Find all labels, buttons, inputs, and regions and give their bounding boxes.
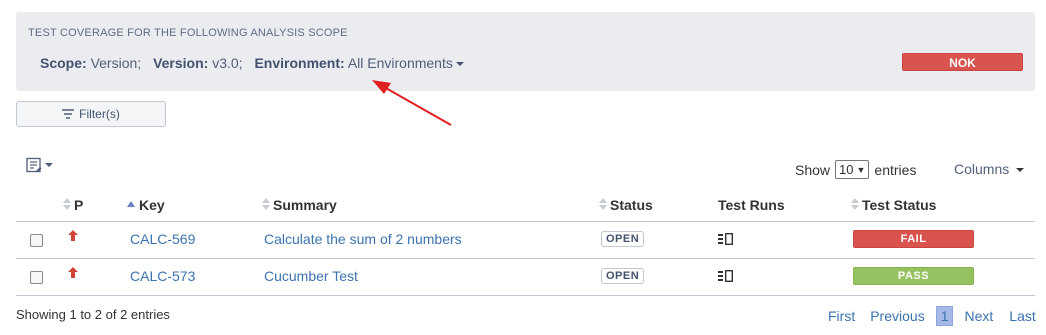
entries-suffix: entries — [874, 161, 917, 178]
header-test-runs: Test Runs — [718, 197, 785, 213]
sort-icon — [599, 198, 607, 211]
coverage-table: P Key Summary Status Test Runs Test Stat… — [16, 189, 1035, 296]
header-priority[interactable]: P — [63, 197, 83, 213]
header-test-status-label: Test Status — [862, 197, 937, 213]
entries-select[interactable]: 10 ▼ — [835, 160, 870, 179]
test-runs-icon[interactable] — [718, 269, 734, 283]
row-checkbox[interactable] — [30, 271, 43, 284]
table-header: P Key Summary Status Test Runs Test Stat… — [16, 189, 1035, 222]
chevron-down-icon — [45, 163, 53, 167]
version-value: v3.0; — [212, 55, 243, 71]
header-key-label: Key — [139, 197, 165, 213]
show-label: Show — [795, 161, 831, 178]
issue-key-link[interactable]: CALC-569 — [130, 231, 195, 247]
header-test-status[interactable]: Test Status — [851, 197, 936, 213]
last-page-link[interactable]: Last — [1009, 308, 1035, 324]
sort-icon — [262, 198, 270, 211]
test-status-badge: FAIL — [853, 230, 974, 248]
sort-icon — [851, 198, 859, 211]
environment-dropdown[interactable]: All Environments — [348, 55, 464, 71]
current-page-button[interactable]: 1 — [935, 306, 954, 326]
header-priority-label: P — [74, 197, 84, 213]
status-lozenge: OPEN — [601, 231, 645, 247]
header-status[interactable]: Status — [599, 197, 653, 213]
row-checkbox[interactable] — [30, 234, 43, 247]
sort-ascending-icon — [127, 201, 135, 207]
scope-label: Scope: — [40, 55, 87, 71]
pagination: First Previous 1 Next Last — [828, 306, 1036, 326]
version-label: Version: — [153, 55, 209, 71]
columns-button[interactable]: Columns — [954, 161, 1025, 177]
status-lozenge: OPEN — [601, 268, 645, 284]
table-info: Showing 1 to 2 of 2 entries — [16, 307, 170, 322]
header-summary[interactable]: Summary — [262, 197, 337, 213]
environment-value: All Environments — [347, 55, 453, 71]
layout-list-icon — [26, 157, 42, 173]
header-key[interactable]: Key — [127, 197, 165, 213]
scope-value: Version; — [90, 55, 142, 71]
chevron-down-icon — [1016, 168, 1025, 173]
issue-key-link[interactable]: CALC-573 — [130, 268, 195, 284]
sort-icon — [63, 198, 71, 211]
first-page-link[interactable]: First — [828, 308, 855, 324]
page-length-control: Show 10 ▼ entries — [795, 160, 916, 179]
table-row: CALC-573 Cucumber Test OPEN PASS — [16, 259, 1035, 296]
environment-label: Environment: — [254, 55, 345, 71]
analysis-scope-panel: TEST COVERAGE FOR THE FOLLOWING ANALYSIS… — [16, 12, 1035, 91]
scope-line: Scope: Version; Version: v3.0; Environme… — [40, 55, 464, 71]
filter-lines-icon — [62, 109, 75, 119]
issue-summary-link[interactable]: Calculate the sum of 2 numbers — [264, 231, 462, 247]
entries-value: 10 — [839, 162, 854, 177]
arrow-up-icon — [68, 267, 78, 278]
next-page-link[interactable]: Next — [964, 308, 993, 324]
test-status-badge: PASS — [853, 267, 974, 285]
scope-caption: TEST COVERAGE FOR THE FOLLOWING ANALYSIS… — [28, 27, 348, 39]
filter-button-label: Filter(s) — [79, 107, 120, 121]
select-arrow-icon: ▼ — [856, 164, 866, 175]
chevron-down-icon — [455, 62, 464, 67]
layout-menu-button[interactable] — [26, 157, 53, 173]
arrow-up-icon — [68, 230, 78, 241]
header-summary-label: Summary — [273, 197, 337, 213]
table-row: CALC-569 Calculate the sum of 2 numbers … — [16, 222, 1035, 259]
filter-button[interactable]: Filter(s) — [16, 101, 166, 127]
previous-page-link[interactable]: Previous — [870, 308, 924, 324]
overall-status-badge: NOK — [902, 53, 1023, 71]
columns-label: Columns — [954, 161, 1010, 177]
issue-summary-link[interactable]: Cucumber Test — [264, 268, 358, 284]
header-status-label: Status — [610, 197, 653, 213]
test-runs-icon[interactable] — [718, 232, 734, 246]
